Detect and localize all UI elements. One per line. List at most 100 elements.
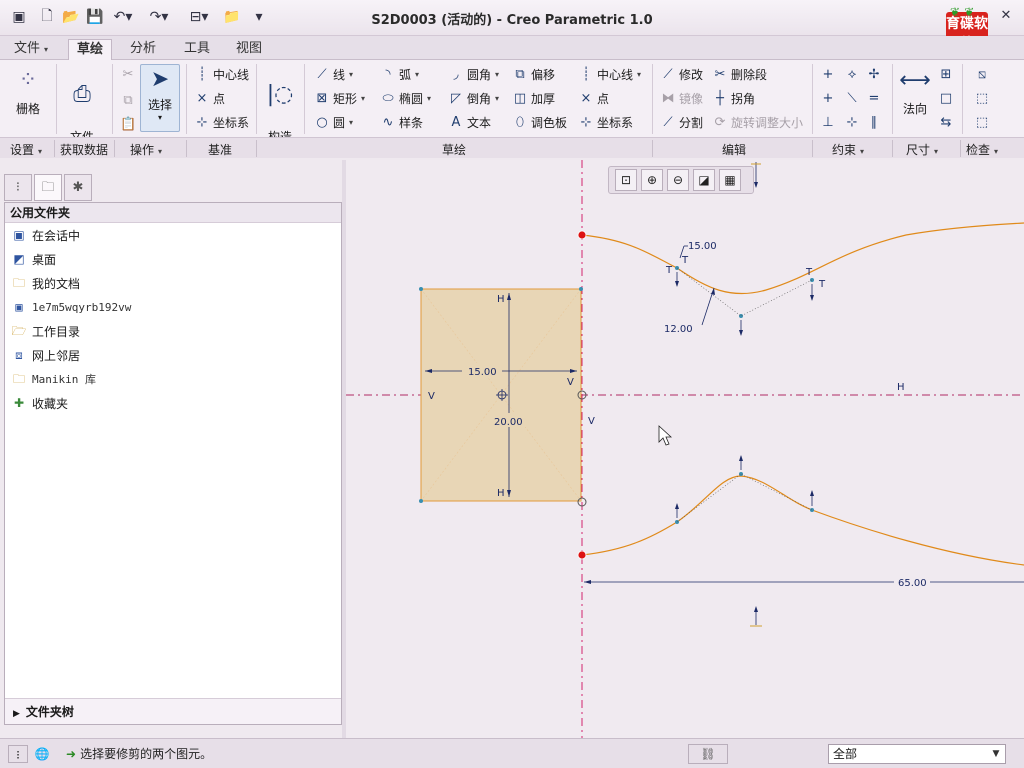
- close-icon[interactable]: ✕: [996, 8, 1016, 26]
- normal-dimension-button[interactable]: ⟷ 法向: [896, 66, 934, 116]
- corner-button[interactable]: ┼ 拐角: [712, 88, 755, 108]
- fillet-button[interactable]: ◞ 圆角 ▾: [448, 64, 499, 84]
- selection-filter-select[interactable]: 全部 ▼: [828, 744, 1006, 764]
- centerline-icon: ┊: [582, 66, 590, 82]
- coincident-constraint-icon[interactable]: ⟍: [844, 88, 863, 108]
- tangent-constraint-icon[interactable]: ⟡: [844, 64, 863, 84]
- delete-segment-button[interactable]: ✂ 删除段: [712, 64, 767, 84]
- normal-dimension-icon: ⟷: [899, 68, 931, 93]
- status-message: ➜ 选择要修剪的两个图元。: [66, 746, 213, 762]
- title-bar: ▣ 🗋 📂 💾 ↶▾ ↷▾ ⊟▾ 📁 ▾ S2D0003 (活动的) - Cre…: [0, 0, 1024, 36]
- nav-item-working-directory[interactable]: 🗁 工作目录: [11, 321, 80, 341]
- line-button[interactable]: ⟋ 线 ▾: [314, 64, 353, 84]
- nav-item-my-documents[interactable]: 🗀 我的文档: [11, 273, 80, 293]
- folder-tree-toggle[interactable]: ▶ 文件夹树: [5, 698, 341, 724]
- favorites-tab[interactable]: ✱: [64, 174, 92, 201]
- modify-button[interactable]: ⟋ 修改: [660, 64, 703, 84]
- sketch-drawing[interactable]: 15.00 20.00 H H V V V H T T T T 15.00 12…: [346, 160, 1024, 738]
- group-dimension[interactable]: 尺寸 ▾: [906, 141, 938, 158]
- tab-analysis[interactable]: 分析: [122, 39, 164, 60]
- text-icon: A: [451, 114, 461, 130]
- nav-item-network[interactable]: ⧈ 网上邻居: [11, 345, 80, 365]
- divide-button[interactable]: ⟋ 分割: [660, 112, 703, 132]
- baseline-icon[interactable]: ⇆: [938, 112, 957, 132]
- rotate-resize-button[interactable]: ⟳ 旋转调整大小: [712, 112, 803, 132]
- paste-icon[interactable]: 📋: [120, 114, 139, 134]
- model-tree-tab[interactable]: ⁝: [4, 174, 32, 201]
- point-icon: ×: [580, 90, 592, 106]
- equal-constraint-icon[interactable]: =: [866, 88, 885, 108]
- tab-tools[interactable]: 工具: [176, 39, 218, 60]
- chamfer-button[interactable]: ◸ 倒角 ▾: [448, 88, 499, 108]
- desktop-icon: ◩: [13, 252, 25, 266]
- group-operations[interactable]: 操作 ▾: [130, 141, 162, 158]
- midpoint-constraint-icon[interactable]: ✢: [866, 64, 885, 84]
- upper-spline: [581, 222, 1024, 295]
- vertical-constraint-icon[interactable]: +: [820, 64, 839, 84]
- sketch-point-button[interactable]: × 点: [578, 88, 609, 108]
- mirror-button[interactable]: ⧓ 镜像: [660, 88, 704, 108]
- offset-icon: ⧉: [515, 66, 525, 82]
- symmetric-constraint-icon[interactable]: ⊹: [844, 112, 863, 132]
- text-button[interactable]: A 文本: [448, 112, 491, 132]
- folder-browser-tab[interactable]: 🗀: [34, 174, 62, 201]
- cut-icon[interactable]: ✂: [120, 64, 139, 84]
- sketch-coordsys-button[interactable]: ⊹ 坐标系: [578, 112, 633, 132]
- coordsys-icon: ⊹: [196, 114, 208, 130]
- highlight-open-ends-icon[interactable]: ⬚: [974, 88, 993, 108]
- display-style-icon[interactable]: ▦: [719, 169, 741, 191]
- thicken-button[interactable]: ◫ 加厚: [512, 88, 555, 108]
- circle-icon: ○: [316, 114, 328, 130]
- group-inspect[interactable]: 检查 ▾: [966, 141, 998, 158]
- model-tree-icon: ⁝: [15, 180, 21, 195]
- nav-item-desktop[interactable]: ◩ 桌面: [11, 249, 56, 269]
- nav-item-computer[interactable]: ▣ 1e7m5wqyrb192vw: [11, 297, 131, 317]
- sketch-centerline-button[interactable]: ┊ 中心线 ▾: [578, 64, 641, 84]
- perimeter-icon[interactable]: ⊞: [938, 64, 957, 84]
- svg-text:V: V: [428, 391, 435, 402]
- navigator-panel: 公用文件夹 ▣ 在会话中 ◩ 桌面 🗀 我的文档 ▣ 1e7m5wqyrb192vw 🗁…: [4, 202, 342, 725]
- repaint-icon[interactable]: ◪: [693, 169, 715, 191]
- offset-button[interactable]: ⧉ 偏移: [512, 64, 555, 84]
- tab-view[interactable]: 视图: [228, 39, 270, 60]
- circle-button[interactable]: ○ 圆 ▾: [314, 112, 353, 132]
- spline-icon: ∿: [382, 114, 394, 130]
- dim-spline-angle: 15.00: [688, 241, 717, 252]
- select-button[interactable]: ➤ 选择 ▾: [140, 64, 180, 132]
- library-folder-icon: 🗀: [12, 372, 25, 386]
- refit-icon[interactable]: ⊡: [615, 169, 637, 191]
- palette-button[interactable]: ⬯ 调色板: [512, 112, 567, 132]
- dim-rect-width: 15.00: [468, 367, 497, 378]
- grid-button[interactable]: ⁘ 栅格: [8, 66, 48, 116]
- horizontal-constraint-icon[interactable]: +: [820, 88, 839, 108]
- model-tree-toggle-icon[interactable]: ⁝: [8, 745, 28, 763]
- spline-button[interactable]: ∿ 样条: [380, 112, 423, 132]
- find-icon[interactable]: ⛓: [688, 744, 728, 764]
- svg-text:V: V: [567, 377, 574, 388]
- perpendicular-constraint-icon[interactable]: ⊥: [820, 112, 839, 132]
- copy-icon[interactable]: ⧉: [120, 90, 139, 110]
- tab-file[interactable]: 文件 ▾: [6, 39, 56, 60]
- group-constrain[interactable]: 约束 ▾: [832, 141, 864, 158]
- browser-toggle-icon[interactable]: 🌐: [32, 745, 52, 763]
- group-setup[interactable]: 设置 ▾: [10, 141, 42, 158]
- delete-segment-icon: ✂: [714, 66, 726, 82]
- arc-button[interactable]: ◝ 弧 ▾: [380, 64, 419, 84]
- nav-item-manikin-library[interactable]: 🗀 Manikin 库: [11, 369, 96, 389]
- datum-centerline-button[interactable]: ┊ 中心线: [194, 64, 249, 84]
- parallel-constraint-icon[interactable]: ∥: [866, 112, 885, 132]
- tab-sketch[interactable]: 草绘: [68, 39, 113, 60]
- overlap-icon[interactable]: ⧅: [974, 64, 993, 84]
- ellipse-button[interactable]: ⬭ 椭圆 ▾: [380, 88, 431, 108]
- graphics-window[interactable]: 15.00 20.00 H H V V V H T T T T 15.00 12…: [346, 160, 1024, 738]
- datum-coordsys-button[interactable]: ⊹ 坐标系: [194, 112, 249, 132]
- nav-item-favorites[interactable]: ✚ 收藏夹: [11, 393, 68, 413]
- zoom-in-icon[interactable]: ⊕: [641, 169, 663, 191]
- nav-item-in-session[interactable]: ▣ 在会话中: [11, 225, 80, 245]
- shade-closed-icon[interactable]: ⬚: [974, 112, 993, 132]
- zoom-out-icon[interactable]: ⊖: [667, 169, 689, 191]
- datum-point-button[interactable]: × 点: [194, 88, 225, 108]
- reference-icon[interactable]: □: [938, 88, 957, 108]
- ribbon-group-bar: 设置 ▾ 获取数据 操作 ▾ 基准 草绘 编辑 约束 ▾ 尺寸 ▾ 检查 ▾: [0, 137, 1024, 158]
- rectangle-button[interactable]: ⊠ 矩形 ▾: [314, 88, 365, 108]
